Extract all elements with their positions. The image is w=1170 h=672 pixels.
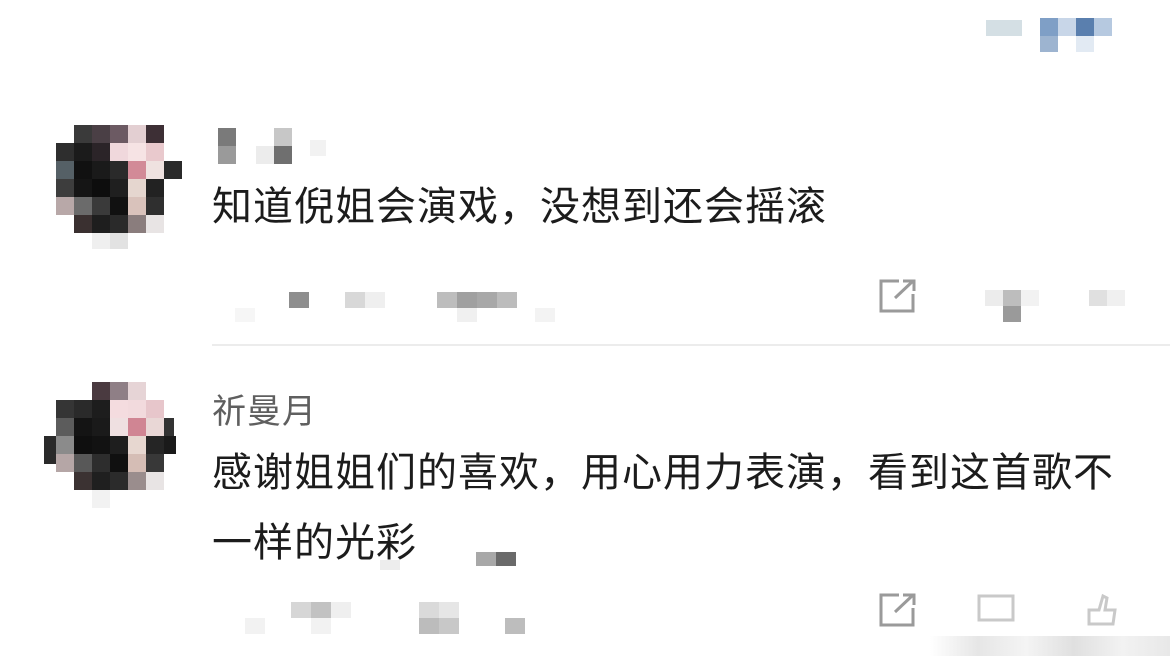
username[interactable]: 祈曼月 xyxy=(212,384,317,433)
share-external-icon[interactable] xyxy=(877,278,917,318)
like-icon-blurred[interactable] xyxy=(1081,590,1141,634)
comment-text: 感谢姐姐们的喜欢，用心用力表演，看到这首歌不一样的光彩 xyxy=(212,450,1114,566)
avatar[interactable] xyxy=(52,125,182,255)
username-mosaic xyxy=(256,146,274,164)
username-mosaic xyxy=(310,140,326,156)
text-mosaic xyxy=(496,552,516,566)
username-mosaic xyxy=(218,128,236,146)
avatar[interactable] xyxy=(44,382,176,512)
like-count-blurred[interactable] xyxy=(1085,278,1145,322)
timestamp-blurred xyxy=(215,590,575,634)
text-mosaic xyxy=(476,552,496,566)
comment-text: 知道倪姐会演戏，没想到还会摇滚 xyxy=(212,184,827,230)
text-mosaic xyxy=(380,560,400,570)
share-external-icon[interactable] xyxy=(877,592,917,632)
watermark-blurred xyxy=(930,636,1170,656)
username-mosaic xyxy=(274,128,292,146)
comment-meta-row xyxy=(215,590,1155,640)
divider xyxy=(212,344,1170,346)
header-blurred-area xyxy=(980,14,1130,54)
username-mosaic xyxy=(218,146,236,164)
timestamp-blurred xyxy=(215,278,575,322)
reply-count-blurred[interactable] xyxy=(985,278,1055,322)
comment-icon-blurred[interactable] xyxy=(975,590,1045,634)
username-mosaic xyxy=(274,146,292,164)
comment-meta-row xyxy=(215,278,1155,328)
